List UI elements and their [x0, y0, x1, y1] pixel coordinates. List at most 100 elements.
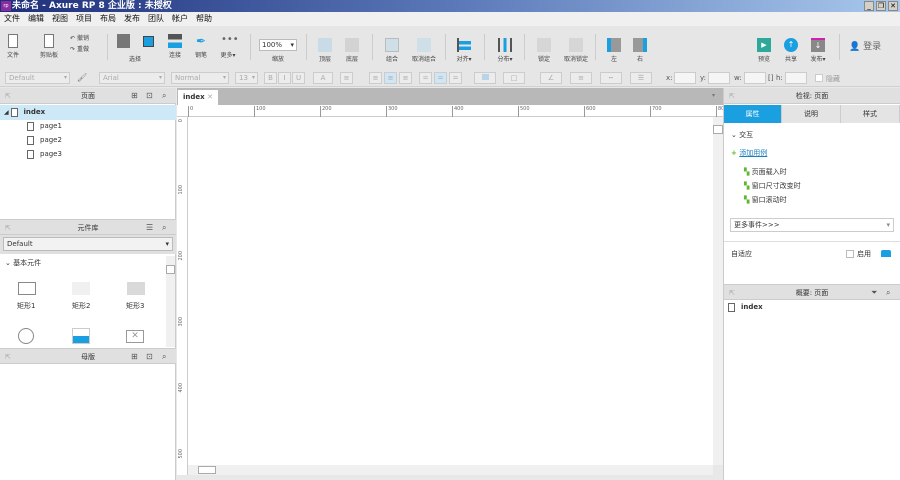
line-width-button[interactable]: ≡	[570, 72, 592, 84]
library-scrollbar[interactable]	[166, 256, 175, 347]
event-item[interactable]: ▚ 窗口尺寸改变时	[744, 179, 801, 193]
align-text-center-button[interactable]: ≡	[384, 72, 397, 84]
menu-edit[interactable]: 编辑	[28, 12, 44, 26]
format-painter-icon[interactable]: 🖌	[77, 73, 87, 82]
more-events-select[interactable]: 更多事件>>> ▾	[730, 218, 894, 232]
design-canvas[interactable]	[188, 117, 713, 465]
scroll-thumb[interactable]	[166, 265, 175, 274]
tab-notes[interactable]: 说明	[782, 105, 841, 123]
add-case-link[interactable]: + 添加用例	[731, 146, 767, 160]
filter-icon[interactable]: ⏷	[871, 285, 877, 301]
valign-bottom-button[interactable]: =	[449, 72, 462, 84]
close-button[interactable]: ✕	[888, 1, 898, 11]
adaptive-views-icon[interactable]	[881, 250, 891, 257]
font-size-select[interactable]: 13	[235, 72, 258, 84]
menu-file[interactable]: 文件	[4, 12, 20, 26]
menu-icon[interactable]: ☰	[146, 220, 153, 236]
canvas-hscrollbar[interactable]	[188, 465, 713, 475]
redo-button[interactable]: ↷ 重做	[70, 44, 104, 53]
x-input[interactable]	[674, 72, 696, 84]
menu-team[interactable]: 团队	[148, 12, 164, 26]
minimize-button[interactable]: _	[864, 1, 874, 11]
font-weight-select[interactable]: Normal	[171, 72, 229, 84]
tab-properties[interactable]: 属性	[724, 105, 782, 123]
h-input[interactable]	[785, 72, 807, 84]
arrow-style-button[interactable]: ☰	[630, 72, 652, 84]
ungroup-button[interactable]: 取消组合	[404, 38, 444, 63]
search-icon[interactable]: ⌕	[162, 220, 166, 236]
distribute-button[interactable]: 分布▾	[488, 38, 522, 63]
add-master-icon[interactable]: ⊞	[131, 349, 138, 365]
rectangle1-widget-icon[interactable]	[18, 282, 36, 295]
login-button[interactable]: 👤 登录	[849, 39, 881, 52]
style-select[interactable]: Default	[5, 72, 70, 84]
font-select[interactable]: Arial	[99, 72, 165, 84]
rectangle2-widget-icon[interactable]	[72, 282, 90, 295]
page-item[interactable]: page2	[27, 133, 62, 147]
page-item[interactable]: page3	[27, 147, 62, 161]
ellipse-widget-icon[interactable]	[18, 328, 34, 344]
event-item[interactable]: ▚ 窗口滚动时	[744, 193, 787, 207]
menu-account[interactable]: 帐户	[172, 12, 188, 26]
font-color-button[interactable]: A	[313, 72, 333, 84]
menu-project[interactable]: 项目	[76, 12, 92, 26]
select-contain-icon[interactable]	[143, 36, 154, 47]
shadow-button[interactable]: □	[503, 72, 525, 84]
event-item[interactable]: ▚ 页面载入时	[744, 165, 787, 179]
add-folder-icon[interactable]: ⊡	[146, 349, 153, 365]
pin-icon[interactable]: ⇱	[5, 220, 11, 236]
add-page-icon[interactable]: ⊞	[131, 88, 138, 104]
align-text-right-button[interactable]: ≡	[399, 72, 412, 84]
library-select[interactable]: Default ▾	[3, 237, 173, 251]
underline-button[interactable]: U	[292, 72, 305, 84]
file-button[interactable]: 文件	[0, 34, 30, 59]
bold-button[interactable]: B	[264, 72, 277, 84]
more-button[interactable]: ••• 更多▾	[211, 34, 245, 59]
search-icon[interactable]: ⌕	[886, 285, 890, 301]
clipboard-button[interactable]: 剪贴板	[32, 34, 66, 59]
tab-menu-icon[interactable]: ▾	[712, 92, 715, 99]
line-color-button[interactable]: ∠	[540, 72, 562, 84]
pin-icon[interactable]: ⇱	[5, 349, 11, 365]
placeholder-widget-icon[interactable]: ✕	[126, 330, 144, 343]
menu-publish[interactable]: 发布	[124, 12, 140, 26]
fill-color-button[interactable]	[474, 72, 496, 84]
page-item[interactable]: page1	[27, 119, 62, 133]
align-button[interactable]: 对齐▾	[447, 38, 481, 63]
menu-layout[interactable]: 布局	[100, 12, 116, 26]
tab-style[interactable]: 样式	[841, 105, 900, 123]
y-input[interactable]	[708, 72, 730, 84]
restore-button[interactable]: ❐	[876, 1, 886, 11]
section-basic-widgets[interactable]: ⌄ 基本元件	[5, 256, 41, 270]
italic-button[interactable]: I	[278, 72, 291, 84]
pin-icon[interactable]: ⇱	[729, 88, 735, 104]
right-panel-toggle[interactable]: 右	[623, 38, 657, 63]
w-input[interactable]	[744, 72, 766, 84]
add-folder-icon[interactable]: ⊡	[146, 88, 153, 104]
menu-help[interactable]: 帮助	[196, 12, 212, 26]
image-widget-icon[interactable]	[72, 328, 90, 344]
select-intersect-icon[interactable]	[117, 34, 130, 48]
pin-icon[interactable]: ⇱	[729, 285, 735, 301]
hidden-checkbox[interactable]	[815, 74, 823, 82]
scroll-thumb[interactable]	[198, 466, 216, 474]
interactions-section[interactable]: ⌄ 交互	[731, 128, 753, 142]
search-icon[interactable]: ⌕	[162, 349, 166, 365]
bullet-button[interactable]: ≡	[340, 72, 353, 84]
tab-index[interactable]: index ✕	[178, 90, 218, 105]
line-style-button[interactable]: ┅	[600, 72, 622, 84]
align-text-left-button[interactable]: ≡	[369, 72, 382, 84]
adaptive-enable-checkbox[interactable]	[846, 250, 854, 258]
valign-middle-button[interactable]: =	[434, 72, 447, 84]
zoom-select[interactable]: 100% ▾	[259, 39, 297, 51]
scroll-thumb[interactable]	[713, 125, 723, 134]
unlock-button[interactable]: 取消锁定	[556, 38, 596, 63]
undo-button[interactable]: ↶ 撤销	[70, 33, 104, 42]
close-tab-icon[interactable]: ✕	[207, 93, 213, 101]
lock-ratio-icon[interactable]: []	[768, 74, 773, 82]
search-icon[interactable]: ⌕	[162, 88, 166, 104]
canvas-vscrollbar[interactable]	[713, 117, 723, 465]
outline-item-index[interactable]: index	[728, 300, 763, 314]
page-item-index[interactable]: ◢ index	[0, 105, 176, 120]
valign-top-button[interactable]: =	[419, 72, 432, 84]
